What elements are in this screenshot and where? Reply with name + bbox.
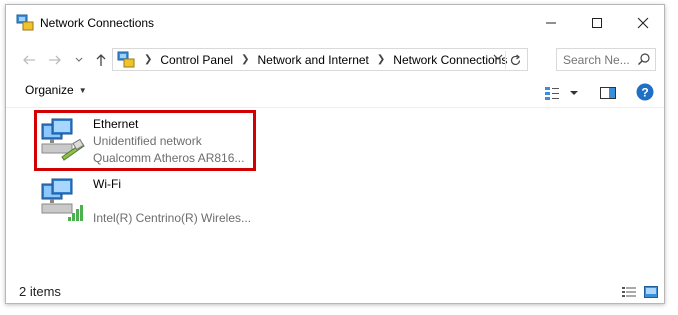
minimize-button[interactable] [528, 5, 574, 41]
address-bar[interactable]: ❯ Control Panel ❯ Network and Internet ❯… [112, 48, 528, 71]
arrow-right-icon [49, 55, 61, 65]
up-button[interactable] [90, 49, 112, 71]
svg-text:?: ? [641, 86, 648, 100]
caret-down-icon [570, 91, 578, 95]
large-icons-view-icon[interactable] [644, 286, 658, 298]
title-bar: Network Connections [6, 5, 664, 41]
breadcrumb-separator-icon: ❯ [376, 54, 386, 65]
breadcrumb-control-panel[interactable]: Control Panel [160, 53, 233, 67]
change-view-button[interactable] [544, 84, 560, 102]
chevron-down-icon [493, 54, 503, 60]
search-input[interactable] [563, 52, 635, 67]
forward-button[interactable] [44, 49, 66, 71]
status-bar: 2 items [6, 281, 664, 305]
close-button[interactable] [620, 5, 666, 41]
refresh-button[interactable] [505, 51, 524, 69]
search-button[interactable] [637, 52, 651, 69]
details-view-icon[interactable] [622, 286, 636, 298]
search-box[interactable] [556, 48, 656, 71]
search-icon [638, 53, 650, 65]
maximize-button[interactable] [574, 5, 620, 41]
back-button[interactable] [18, 49, 40, 71]
arrow-up-icon [96, 54, 106, 66]
wifi-adapter-icon [41, 178, 83, 221]
recent-locations-button[interactable] [68, 49, 90, 71]
chevron-down-icon [75, 57, 83, 62]
network-connections-app-icon [16, 14, 34, 31]
organize-label: Organize [25, 83, 74, 97]
caret-down-icon: ▼ [78, 85, 87, 95]
address-dropdown-button[interactable] [493, 52, 503, 65]
refresh-icon [510, 54, 520, 65]
control-panel-icon [117, 51, 135, 67]
connection-item-wifi[interactable]: Wi-Fi Intel(R) Centrino(R) Wireles... [32, 171, 262, 231]
connection-name: Wi-Fi [93, 177, 121, 191]
breadcrumb-separator-icon: ❯ [144, 54, 153, 65]
minimize-icon [546, 22, 556, 24]
network-connections-window: Network Connections ❯ Control Panel ❯ Ne… [5, 4, 665, 304]
help-button[interactable]: ? [636, 83, 654, 101]
breadcrumb-network-and-internet[interactable]: Network and Internet [258, 53, 369, 67]
command-bar: Organize ▼ ? [6, 77, 664, 108]
preview-pane-icon [600, 87, 616, 99]
more-view-options-button[interactable] [570, 84, 578, 102]
arrow-left-icon [23, 55, 35, 65]
preview-pane-button[interactable] [600, 84, 616, 102]
connection-adapter: Intel(R) Centrino(R) Wireles... [93, 211, 252, 225]
window-title: Network Connections [40, 16, 155, 30]
view-options-icon [545, 87, 559, 100]
address-row: ❯ Control Panel ❯ Network and Internet ❯… [6, 41, 664, 77]
breadcrumb-network-connections[interactable]: Network Connections [393, 53, 507, 67]
breadcrumb-separator-icon: ❯ [241, 54, 250, 65]
organize-menu-button[interactable]: Organize ▼ [25, 83, 87, 97]
ethernet-highlight-box [34, 110, 256, 171]
maximize-icon [592, 18, 602, 28]
close-icon [637, 17, 649, 29]
help-icon: ? [636, 83, 654, 101]
item-count: 2 items [19, 284, 61, 299]
